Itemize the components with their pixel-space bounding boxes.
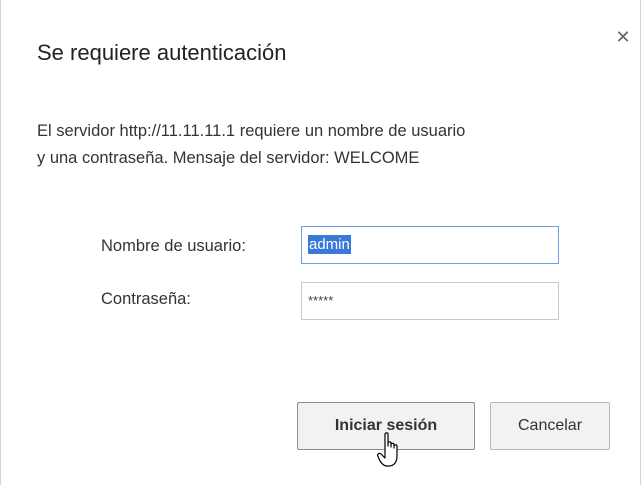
password-field[interactable]: *****: [301, 282, 559, 320]
dialog-title: Se requiere autenticación: [37, 40, 287, 65]
password-label: Contraseña:: [101, 290, 191, 308]
auth-dialog: Se requiere autenticación ✕ El servidor …: [0, 0, 641, 485]
username-label: Nombre de usuario:: [101, 237, 246, 255]
dialog-message: El servidor http://11.11.11.1 requiere u…: [37, 118, 617, 172]
cancel-button[interactable]: Cancelar: [490, 402, 610, 450]
username-field[interactable]: admin: [301, 226, 559, 264]
message-line-2: y una contraseña. Mensaje del servidor: …: [37, 149, 420, 167]
message-line-1: El servidor http://11.11.11.1 requiere u…: [37, 122, 466, 140]
username-value: admin: [308, 235, 351, 254]
close-icon[interactable]: ✕: [612, 26, 634, 48]
pointer-cursor-icon: [377, 432, 398, 467]
